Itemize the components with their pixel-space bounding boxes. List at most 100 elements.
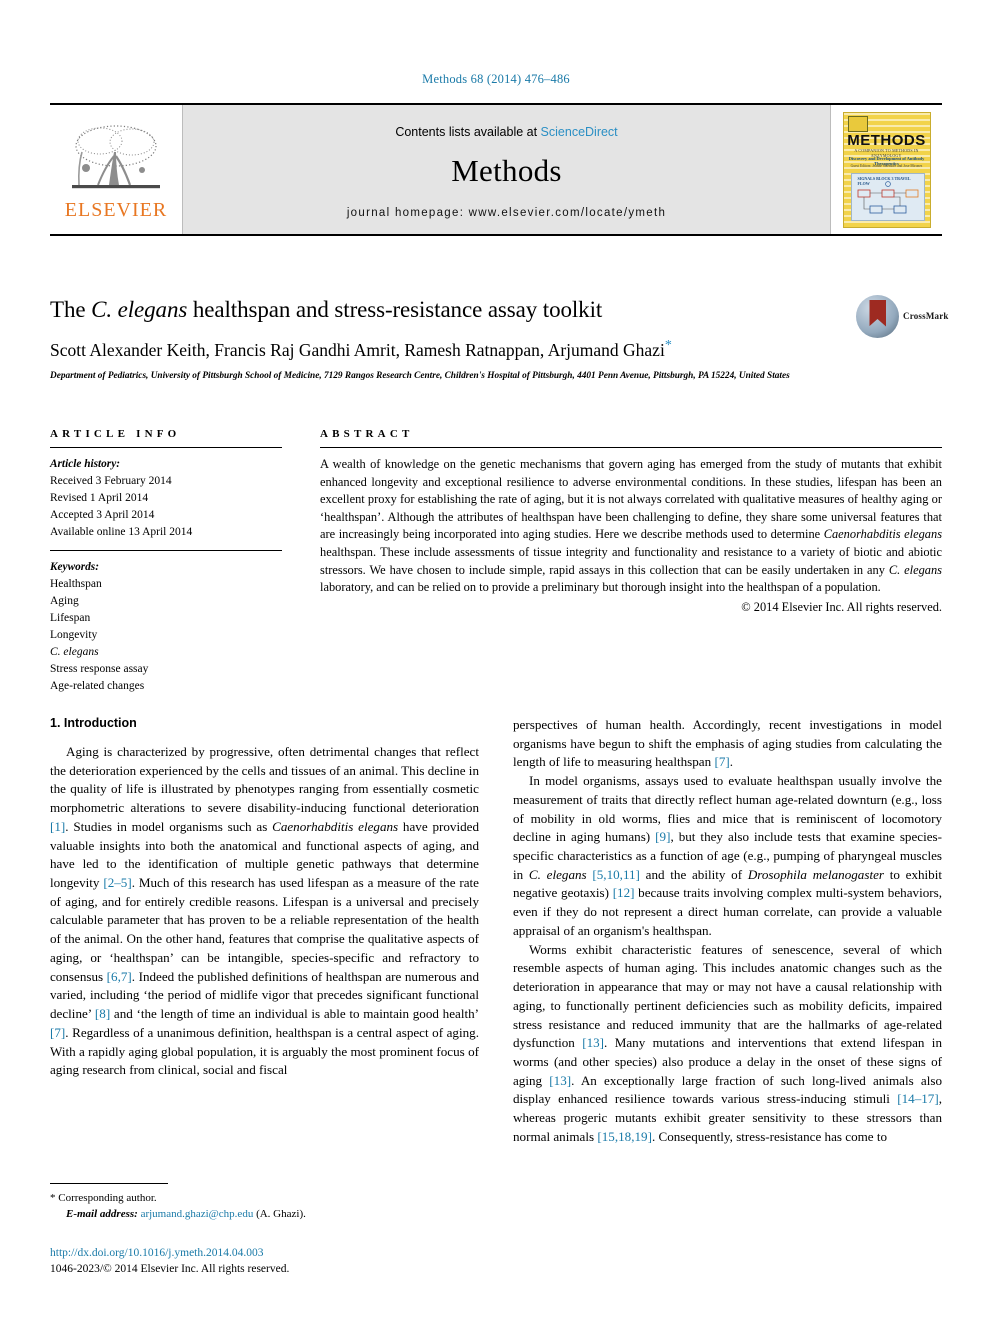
abstract-species-1: Caenorhabditis elegans [823, 527, 943, 542]
title-post: healthspan and stress-resistance assay t… [187, 297, 603, 322]
species-italic: C. elegans [528, 866, 587, 882]
journal-homepage-link[interactable]: journal homepage: www.elsevier.com/locat… [347, 207, 666, 219]
journal-masthead: ELSEVIER Contents lists available at Sci… [50, 103, 942, 236]
email-link[interactable]: arjumand.ghazi@chp.edu [141, 1208, 254, 1220]
body-columns: 1. Introduction Aging is characterized b… [50, 716, 942, 1147]
elsevier-logo: ELSEVIER [50, 105, 183, 234]
citation-ref[interactable]: [2–5] [103, 875, 131, 890]
email-suffix: (A. Ghazi). [253, 1207, 306, 1220]
info-abstract-region: ARTICLE INFO Article history: Received 3… [50, 428, 942, 695]
abstract-part-3: laboratory, and can be relied on to prov… [320, 580, 881, 595]
divider-keywords [50, 549, 282, 551]
keyword-item: Age-related changes [50, 679, 145, 692]
page-title: The C. elegans healthspan and stress-res… [50, 296, 942, 324]
para-text: . Regardless of a unanimous definition, … [50, 1024, 479, 1078]
abstract-part-2: healthspan. These include assessments of… [320, 545, 942, 577]
cover-title: METHODS [847, 131, 926, 149]
citation-ref[interactable]: [13] [549, 1073, 571, 1088]
para-text: and ‘the length of time an individual is… [110, 1006, 480, 1022]
cover-diagram-graphic: SIGNALS BLOCK 3 TRAVEL FLOW [850, 172, 925, 221]
para-text: Worms exhibit characteristic features of… [513, 941, 942, 1051]
running-head: Methods 68 (2014) 476–486 [422, 72, 570, 86]
citation-ref[interactable]: [7] [50, 1025, 65, 1040]
paragraph-intro-1: Aging is characterized by progressive, o… [50, 743, 479, 1080]
contents-prefix: Contents lists available at [395, 124, 541, 139]
species-italic: Drosophila melanogaster [747, 866, 884, 882]
citation-ref[interactable]: [8] [95, 1006, 110, 1021]
corresponding-author-text: Corresponding author. [55, 1192, 157, 1204]
title-species: C. elegans [91, 297, 188, 322]
divider-article-info [50, 447, 282, 448]
keyword-item: Stress response assay [50, 662, 149, 675]
para-text: . [729, 754, 734, 770]
para-text: . Consequently, stress-resistance has co… [651, 1128, 888, 1144]
footnote-block: * Corresponding author. E-mail address: … [50, 1183, 479, 1223]
journal-cover-thumbnail: METHODS A COMPANION TO METHODS IN ENZYMO… [830, 105, 942, 234]
doi-link[interactable]: http://dx.doi.org/10.1016/j.ymeth.2014.0… [50, 1245, 479, 1261]
article-info-column: ARTICLE INFO Article history: Received 3… [50, 428, 282, 695]
cover-subtitle-3: Guest Editors: Jeanne Sisemore and Jose … [850, 163, 923, 168]
para-text: . Studies in model organisms such as [65, 818, 273, 834]
email-label: E-mail address: [66, 1207, 138, 1220]
title-pre: The [50, 297, 92, 322]
citation-ref[interactable]: [15,18,19] [597, 1129, 652, 1144]
citation-ref[interactable]: [9] [655, 829, 670, 844]
article-history-label: Article history: [50, 458, 120, 470]
footnote-divider [50, 1183, 168, 1184]
keyword-item-italic: C. elegans [50, 645, 99, 658]
para-text: Aging is characterized by progressive, o… [50, 744, 479, 816]
masthead-center: Contents lists available at ScienceDirec… [183, 105, 830, 234]
corresponding-author-marker: * [664, 337, 672, 353]
abstract-heading: ABSTRACT [320, 428, 414, 440]
citation-ref[interactable]: [5,10,11] [592, 867, 640, 882]
paper-page: Methods 68 (2014) 476–486 ELSEVIER Conte… [0, 0, 992, 1323]
citation-ref[interactable]: [1] [50, 819, 65, 834]
author-names: Scott Alexander Keith, Francis Raj Gandh… [50, 339, 665, 360]
paragraph-right-2: In model organisms, assays used to evalu… [513, 772, 942, 940]
title-block: CrossMark The C. elegans healthspan and … [50, 294, 948, 384]
crossmark-label: CrossMark [903, 311, 949, 321]
crossmark-icon [856, 294, 899, 338]
abstract-text: A wealth of knowledge on the genetic mec… [320, 456, 942, 597]
affiliation: Department of Pediatrics, University of … [50, 371, 790, 382]
crossmark-ribbon-icon [869, 299, 886, 327]
citation-ref[interactable]: [6,7] [107, 969, 132, 984]
keyword-item: C. elegans [50, 644, 282, 661]
keywords-label: Keywords: [50, 560, 99, 573]
journal-title: Methods [451, 152, 562, 188]
abstract-column: ABSTRACT A wealth of knowledge on the ge… [282, 428, 942, 695]
keyword-item: Lifespan [50, 611, 91, 624]
email-note: E-mail address: arjumand.ghazi@chp.edu (… [50, 1207, 479, 1223]
history-received: Received 3 February 2014 [50, 474, 172, 487]
citation-ref[interactable]: [7] [714, 754, 729, 769]
sciencedirect-link[interactable]: ScienceDirect [541, 125, 618, 139]
citation-ref[interactable]: [14–17] [897, 1091, 938, 1106]
keyword-item: Aging [50, 594, 79, 607]
divider-abstract [320, 447, 942, 448]
para-text: . Much of this research has used lifespa… [50, 875, 479, 984]
history-available-online: Available online 13 April 2014 [50, 525, 193, 538]
citation-ref[interactable]: [12] [613, 885, 635, 900]
keyword-item: Longevity [50, 628, 98, 641]
species-italic: Caenorhabditis elegans [272, 818, 399, 834]
para-text: and the ability of [639, 866, 748, 882]
issn-copyright-line: 1046-2023/© 2014 Elsevier Inc. All right… [50, 1263, 290, 1276]
paragraph-right-1: perspectives of human health. Accordingl… [513, 716, 942, 772]
contents-available-line: Contents lists available at ScienceDirec… [395, 125, 617, 139]
crossmark-badge[interactable]: CrossMark [856, 292, 948, 340]
article-info-heading: ARTICLE INFO [50, 428, 181, 440]
doi-block: http://dx.doi.org/10.1016/j.ymeth.2014.0… [50, 1245, 479, 1278]
history-accepted: Accepted 3 April 2014 [50, 508, 155, 521]
body-column-right: perspectives of human health. Accordingl… [513, 716, 942, 1147]
para-text: . An exceptionally large fraction of suc… [513, 1072, 942, 1107]
body-column-left: 1. Introduction Aging is characterized b… [50, 716, 479, 1147]
abstract-copyright: © 2014 Elsevier Inc. All rights reserved… [741, 599, 942, 614]
cover-elsevier-mark-icon [847, 115, 868, 132]
cover-image: METHODS A COMPANION TO METHODS IN ENZYMO… [842, 111, 931, 228]
citation-ref[interactable]: [13] [582, 1035, 604, 1050]
elsevier-wordmark: ELSEVIER [64, 198, 168, 221]
paragraph-right-3: Worms exhibit characteristic features of… [513, 941, 942, 1147]
author-list: Scott Alexander Keith, Francis Raj Gandh… [50, 337, 942, 362]
corresponding-author-note: * Corresponding author. [50, 1191, 479, 1207]
abstract-species-2: C. elegans [888, 562, 942, 577]
